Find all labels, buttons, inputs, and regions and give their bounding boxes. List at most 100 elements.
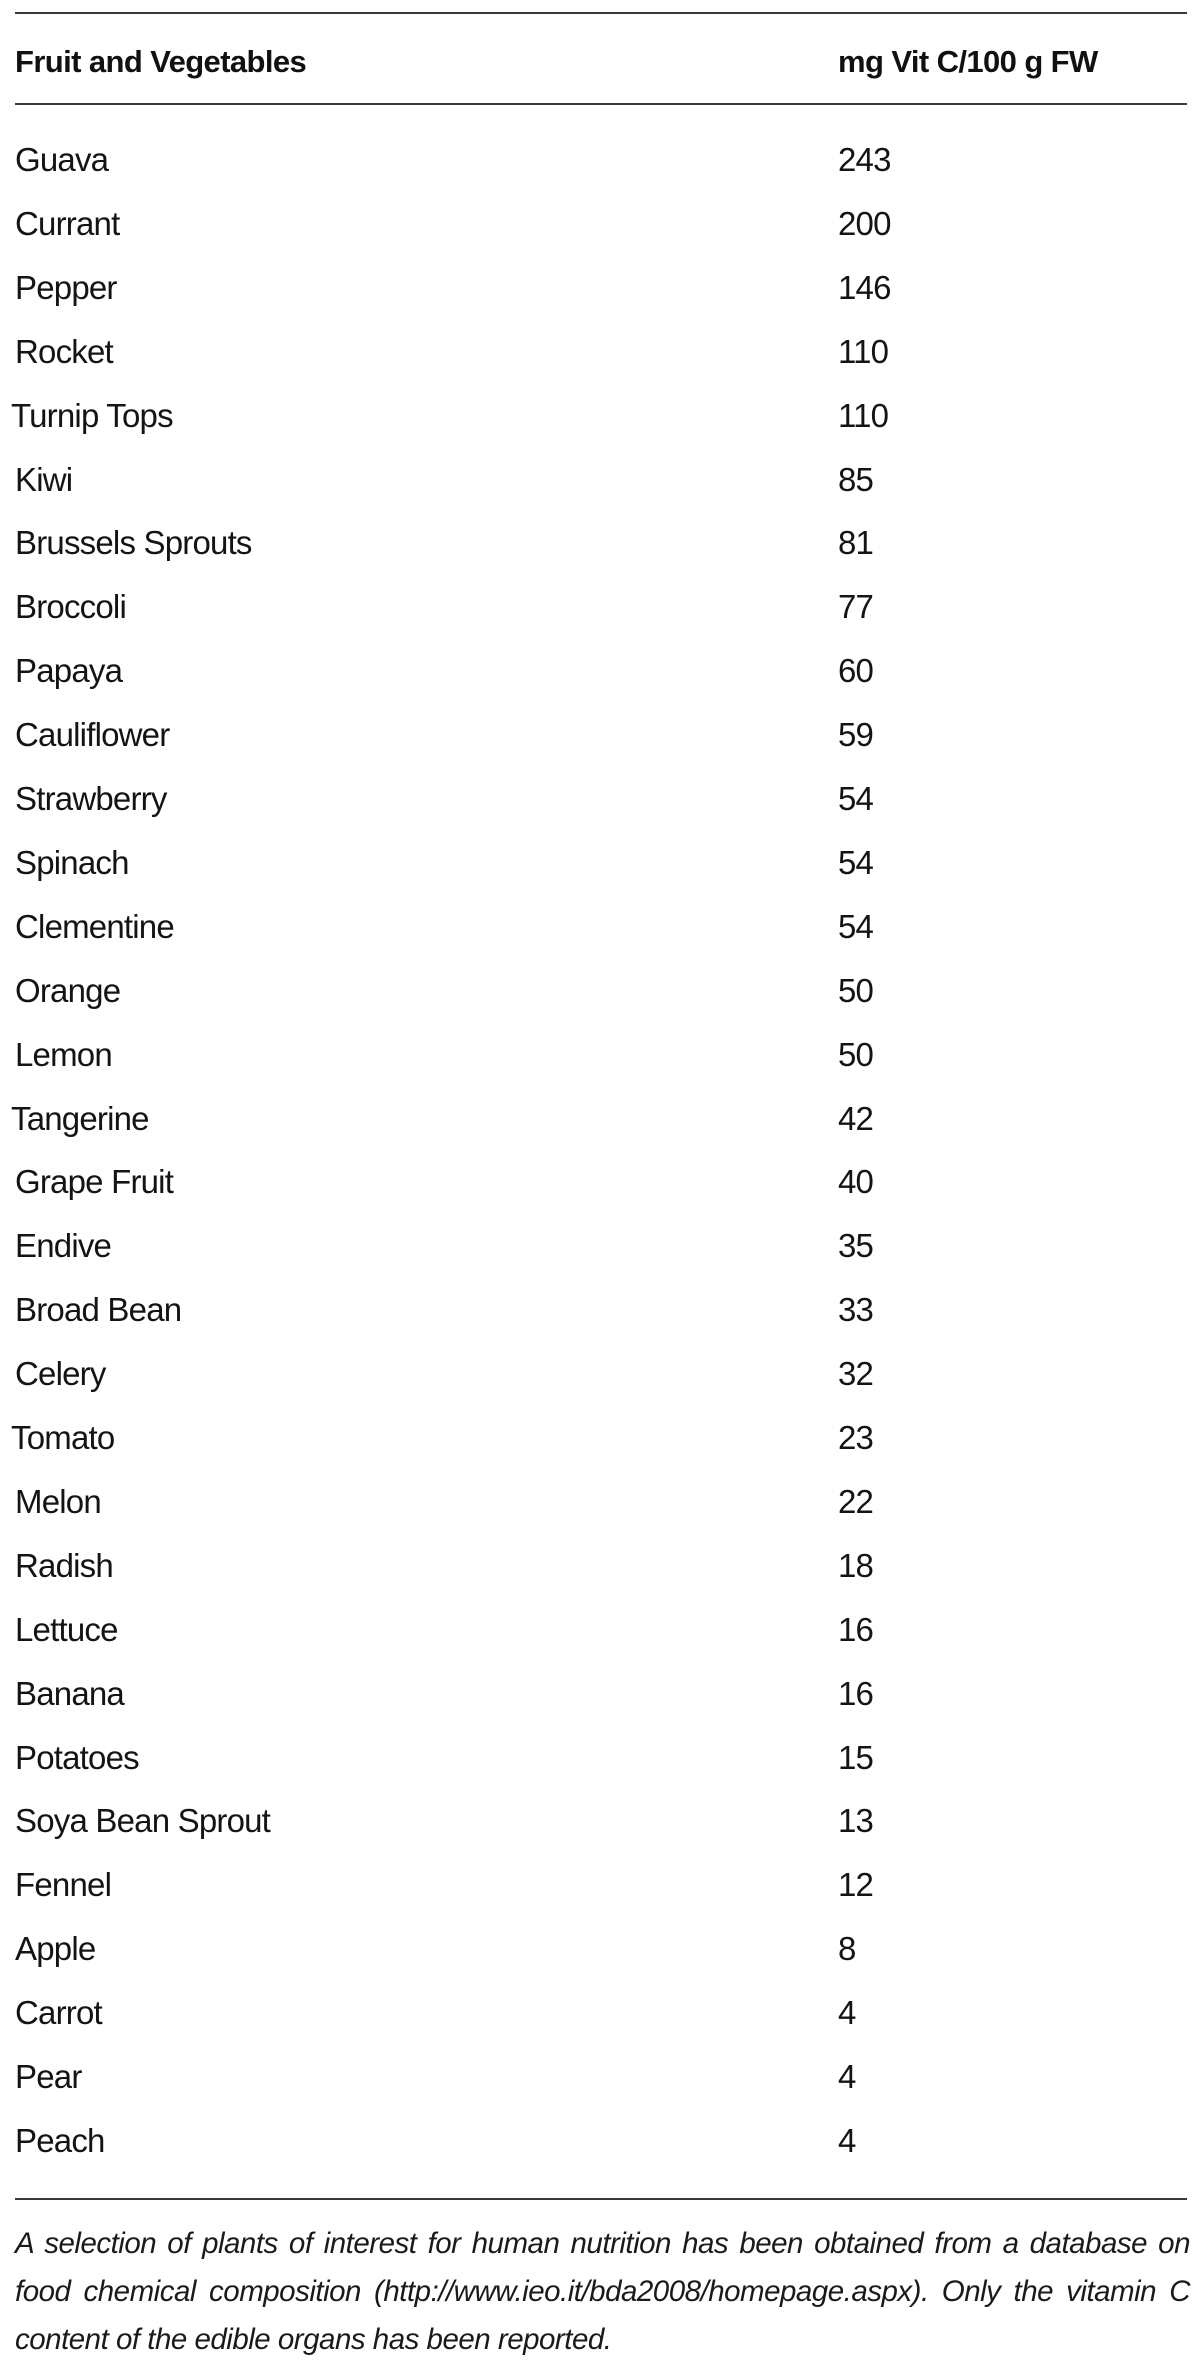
table-row: Grape Fruit 40 [0, 1162, 1200, 1226]
cell-vitamin-c-value: 50 [838, 1035, 874, 1073]
cell-vitamin-c-value: 40 [838, 1163, 874, 1201]
cell-food-name: Broad Bean [15, 1291, 182, 1329]
cell-food-name: Clementine [15, 907, 175, 945]
cell-food-name: Radish [15, 1546, 114, 1584]
cell-food-name: Brussels Sprouts [15, 524, 252, 562]
table-row: Tomato 23 [0, 1418, 1200, 1482]
cell-vitamin-c-value: 4 [838, 1994, 856, 2032]
cell-food-name: Lettuce [15, 1610, 118, 1648]
table-row: Papaya 60 [0, 651, 1200, 715]
cell-food-name: Peach [15, 2121, 105, 2159]
cell-vitamin-c-value: 12 [838, 1866, 874, 1904]
cell-food-name: Kiwi [15, 460, 73, 498]
cell-vitamin-c-value: 42 [838, 1099, 874, 1137]
cell-vitamin-c-value: 4 [838, 2121, 856, 2159]
table-row: Turnip Tops 110 [0, 396, 1200, 460]
cell-vitamin-c-value: 77 [838, 588, 874, 626]
cell-food-name: Pepper [15, 268, 117, 306]
table-row: Strawberry 54 [0, 779, 1200, 843]
table-row: Melon 22 [0, 1482, 1200, 1546]
cell-food-name: Lemon [15, 1035, 113, 1073]
cell-vitamin-c-value: 146 [838, 268, 891, 306]
cell-food-name: Fennel [15, 1866, 112, 1904]
table-row: Celery 32 [0, 1354, 1200, 1418]
cell-vitamin-c-value: 54 [838, 780, 874, 817]
table-row: Lettuce 16 [0, 1610, 1200, 1674]
cell-vitamin-c-value: 54 [838, 907, 874, 945]
cell-vitamin-c-value: 4 [838, 2058, 856, 2095]
table-row: Tangerine 42 [0, 1099, 1200, 1163]
cell-food-name: Rocket [15, 332, 114, 370]
table-row: Endive 35 [0, 1226, 1200, 1290]
cell-food-name: Endive [15, 1227, 112, 1265]
cell-food-name: Guava [15, 141, 109, 178]
table-row: Orange 50 [0, 971, 1200, 1035]
cell-vitamin-c-value: 32 [838, 1355, 874, 1393]
cell-food-name: Cauliflower [15, 716, 170, 754]
cell-vitamin-c-value: 50 [838, 971, 874, 1009]
table-row: Radish 18 [0, 1546, 1200, 1610]
cell-food-name: Currant [15, 204, 120, 242]
table-row: Pear 4 [0, 2057, 1200, 2121]
cell-vitamin-c-value: 33 [838, 1291, 874, 1329]
cell-vitamin-c-value: 23 [838, 1419, 874, 1456]
column-header-food: Fruit and Vegetables [15, 44, 307, 79]
table-row: Cauliflower 59 [0, 715, 1200, 779]
cell-food-name: Strawberry [15, 780, 167, 817]
cell-food-name: Soya Bean Sprout [15, 1802, 271, 1840]
cell-food-name: Banana [15, 1674, 125, 1712]
table-top-rule [15, 12, 1187, 14]
cell-vitamin-c-value: 85 [838, 460, 874, 498]
header-rule [15, 103, 1187, 105]
cell-vitamin-c-value: 110 [838, 332, 889, 370]
table-row: Brussels Sprouts 81 [0, 523, 1200, 587]
cell-vitamin-c-value: 13 [838, 1802, 874, 1840]
cell-vitamin-c-value: 8 [838, 1930, 856, 1968]
cell-vitamin-c-value: 15 [838, 1738, 874, 1776]
cell-food-name: Apple [15, 1930, 96, 1968]
table-row: Peach 4 [0, 2121, 1200, 2185]
table-row: Rocket 110 [0, 332, 1200, 396]
table-row: Broad Bean 33 [0, 1290, 1200, 1354]
cell-food-name: Melon [15, 1482, 102, 1520]
table-row: Potatoes 15 [0, 1738, 1200, 1802]
cell-vitamin-c-value: 110 [838, 396, 889, 434]
table-row: Kiwi 85 [0, 460, 1200, 524]
cell-food-name: Papaya [15, 652, 123, 690]
table-row: Guava 243 [0, 140, 1200, 204]
table-row: Lemon 50 [0, 1035, 1200, 1099]
cell-food-name: Carrot [15, 1994, 103, 2032]
cell-food-name: Broccoli [15, 588, 127, 626]
cell-food-name: Orange [15, 971, 121, 1009]
cell-vitamin-c-value: 16 [838, 1674, 874, 1712]
cell-vitamin-c-value: 22 [838, 1482, 874, 1520]
cell-food-name: Turnip Tops [11, 396, 174, 434]
cell-food-name: Potatoes [15, 1738, 140, 1776]
cell-vitamin-c-value: 35 [838, 1227, 874, 1265]
cell-food-name: Pear [15, 2058, 82, 2095]
cell-vitamin-c-value: 59 [838, 716, 874, 754]
cell-vitamin-c-value: 18 [838, 1546, 874, 1584]
cell-vitamin-c-value: 60 [838, 652, 874, 690]
table-row: Soya Bean Sprout 13 [0, 1801, 1200, 1865]
cell-vitamin-c-value: 243 [838, 141, 891, 178]
table-row: Fennel 12 [0, 1865, 1200, 1929]
table-row: Broccoli 77 [0, 587, 1200, 651]
table-bottom-rule [15, 2198, 1187, 2200]
table-caption: A selection of plants of interest for hu… [15, 2227, 1191, 2356]
table-row: Pepper 146 [0, 268, 1200, 332]
cell-vitamin-c-value: 16 [838, 1610, 874, 1648]
table-row: Carrot 4 [0, 1993, 1200, 2057]
cell-vitamin-c-value: 200 [838, 204, 891, 242]
cell-food-name: Grape Fruit [15, 1163, 174, 1201]
table-row: Banana 16 [0, 1674, 1200, 1738]
cell-food-name: Tomato [11, 1419, 115, 1456]
cell-food-name: Spinach [15, 843, 129, 881]
cell-food-name: Tangerine [11, 1099, 150, 1137]
table-row: Currant 200 [0, 204, 1200, 268]
column-header-vitamin-c: mg Vit C/100 g FW [838, 44, 1098, 79]
table-row: Spinach 54 [0, 843, 1200, 907]
cell-vitamin-c-value: 81 [838, 524, 874, 562]
cell-vitamin-c-value: 54 [838, 843, 874, 881]
table-row: Clementine 54 [0, 907, 1200, 971]
